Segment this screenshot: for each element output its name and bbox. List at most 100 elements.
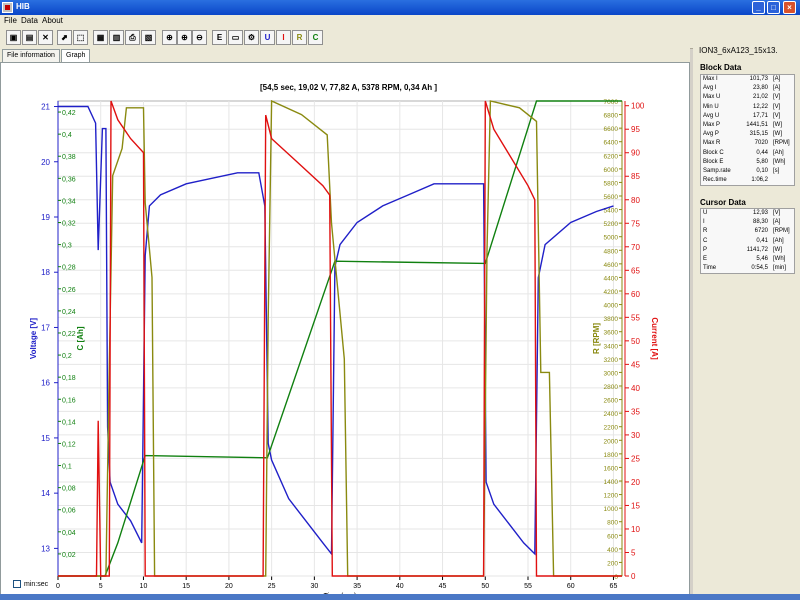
print-icon[interactable]: ⎙ [125, 30, 140, 45]
title-bar: HIB _ □ × [0, 0, 800, 15]
rpm-tick-label: 5200 [604, 221, 619, 228]
x-tick-label: 20 [225, 583, 233, 590]
cursor-data-value: 0:54,5 [751, 265, 768, 272]
toggle-c-button[interactable]: C [308, 30, 323, 45]
rpm-tick-label: 5000 [604, 235, 619, 242]
toggle-u-button[interactable]: U [260, 30, 275, 45]
block-data-label: Max R [703, 140, 721, 147]
menu-bar: File Data About [0, 15, 800, 27]
rpm-tick-label: 5800 [604, 180, 619, 187]
current-tick-label: 10 [631, 525, 640, 534]
rpm-tick-label: 4000 [604, 303, 619, 310]
rpm-tick-label: 1800 [604, 452, 619, 459]
x-tick-label: 55 [524, 583, 532, 590]
cursor-data-unit: [W] [773, 246, 782, 253]
tab-file-information[interactable]: File information [2, 49, 60, 62]
current-tick-label: 65 [631, 266, 640, 275]
current-tick-label: 55 [631, 313, 640, 322]
capacity-tick-label: 0,38 [62, 154, 76, 161]
current-tick-label: 85 [631, 172, 640, 181]
current-axis-label: Current [A] [650, 317, 659, 360]
block-data-value: 7020 [754, 140, 768, 147]
zoom-icon[interactable]: ⊕ [162, 30, 177, 45]
block-data-row: Block E 5,80 [Wh] [701, 158, 794, 167]
zoom-in-icon[interactable]: ⊕ [177, 30, 192, 45]
block-data-unit: [V] [773, 94, 781, 101]
print-preview-icon[interactable]: ▥ [109, 30, 124, 45]
toggle-i-button[interactable]: I [276, 30, 291, 45]
export-icon[interactable]: ▧ [141, 30, 156, 45]
voltage-axis-label: Voltage [V] [29, 318, 38, 360]
current-tick-label: 35 [631, 407, 640, 416]
minsec-toggle[interactable]: min:sec [13, 580, 48, 588]
menu-about[interactable]: About [42, 16, 63, 25]
cursor-data-label: R [703, 228, 708, 235]
rpm-tick-label: 6200 [604, 153, 619, 160]
open-folder-icon[interactable]: ▣ [6, 30, 21, 45]
current-tick-label: 95 [631, 125, 640, 134]
rpm-tick-label: 0 [614, 574, 618, 581]
tab-graph[interactable]: Graph [61, 49, 91, 63]
rpm-tick-label: 4400 [604, 275, 619, 282]
window-title: HIB [16, 2, 30, 11]
current-tick-label: 40 [631, 384, 640, 393]
capacity-tick-label: 0,1 [62, 464, 72, 471]
x-tick-label: 60 [567, 583, 575, 590]
capacity-tick-label: 0,2 [62, 353, 72, 360]
window-icon[interactable]: ▭ [228, 30, 243, 45]
rpm-tick-label: 3200 [604, 357, 619, 364]
block-data-label: Block E [703, 158, 724, 165]
capacity-tick-label: 0,02 [62, 552, 76, 559]
current-tick-label: 90 [631, 149, 640, 158]
x-tick-label: 65 [610, 583, 618, 590]
cursor-data-unit: [A] [773, 219, 781, 226]
cursor-data-row: R 6720 [RPM] [701, 227, 794, 236]
cursor-data-table: U 12,93 [V] I 88,30 [A] R 6720 [RPM] C 0,41 [Ah] P 11… [700, 208, 795, 275]
current-tick-label: 70 [631, 243, 640, 252]
zoom-out-icon[interactable]: ⊖ [192, 30, 207, 45]
menu-data[interactable]: Data [21, 16, 38, 25]
maximize-button[interactable]: □ [767, 1, 780, 14]
rpm-axis-label: R [RPM] [592, 323, 601, 354]
capacity-tick-label: 0,08 [62, 486, 76, 493]
select-icon[interactable]: ⬚ [73, 30, 88, 45]
rpm-tick-label: 3800 [604, 316, 619, 323]
block-data-unit: [Wh] [773, 158, 786, 165]
copy-icon[interactable]: ▦ [93, 30, 108, 45]
cursor-data-title: Cursor Data [700, 198, 746, 207]
block-data-row: Max R 7020 [RPM] [701, 139, 794, 148]
minimize-button[interactable]: _ [752, 1, 765, 14]
rpm-tick-label: 2400 [604, 411, 619, 418]
cursor-icon[interactable]: ⬈ [57, 30, 72, 45]
save-icon[interactable]: ▤ [22, 30, 37, 45]
cursor-data-value: 88,30 [752, 219, 768, 226]
block-data-unit: [V] [773, 103, 781, 110]
rpm-tick-label: 6400 [604, 140, 619, 147]
menu-file[interactable]: File [4, 16, 17, 25]
cursor-data-label: Time [703, 265, 717, 272]
e-icon[interactable]: E [212, 30, 227, 45]
cursor-data-value: 0,41 [756, 237, 768, 244]
settings-icon[interactable]: ⚙ [244, 30, 259, 45]
block-data-value: 0,44 [756, 149, 768, 156]
capacity-tick-label: 0,14 [62, 419, 76, 426]
capacity-tick-label: 0,4 [62, 132, 72, 139]
block-data-label: Max I [703, 76, 718, 82]
rpm-tick-label: 1000 [604, 506, 619, 513]
close-button[interactable]: × [783, 1, 796, 14]
block-data-unit: [W] [773, 131, 782, 138]
rpm-tick-label: 3600 [604, 330, 619, 337]
capacity-tick-label: 0,22 [62, 331, 76, 338]
cursor-data-unit: [RPM] [773, 228, 790, 235]
voltage-tick-label: 18 [41, 268, 50, 277]
x-tick-label: 30 [310, 583, 318, 590]
delete-icon[interactable]: ✕ [38, 30, 53, 45]
minsec-checkbox[interactable] [13, 580, 21, 588]
chart[interactable]: 05101520253035404550556065Time (sec)1314… [1, 63, 689, 599]
current-tick-label: 100 [631, 102, 645, 111]
block-data-row: Block C 0,44 [Ah] [701, 149, 794, 158]
toggle-r-button[interactable]: R [292, 30, 307, 45]
block-data-row: Samp.rate 0,10 [s] [701, 167, 794, 176]
cursor-data-label: P [703, 246, 708, 253]
block-data-label: Avg P [703, 131, 719, 138]
